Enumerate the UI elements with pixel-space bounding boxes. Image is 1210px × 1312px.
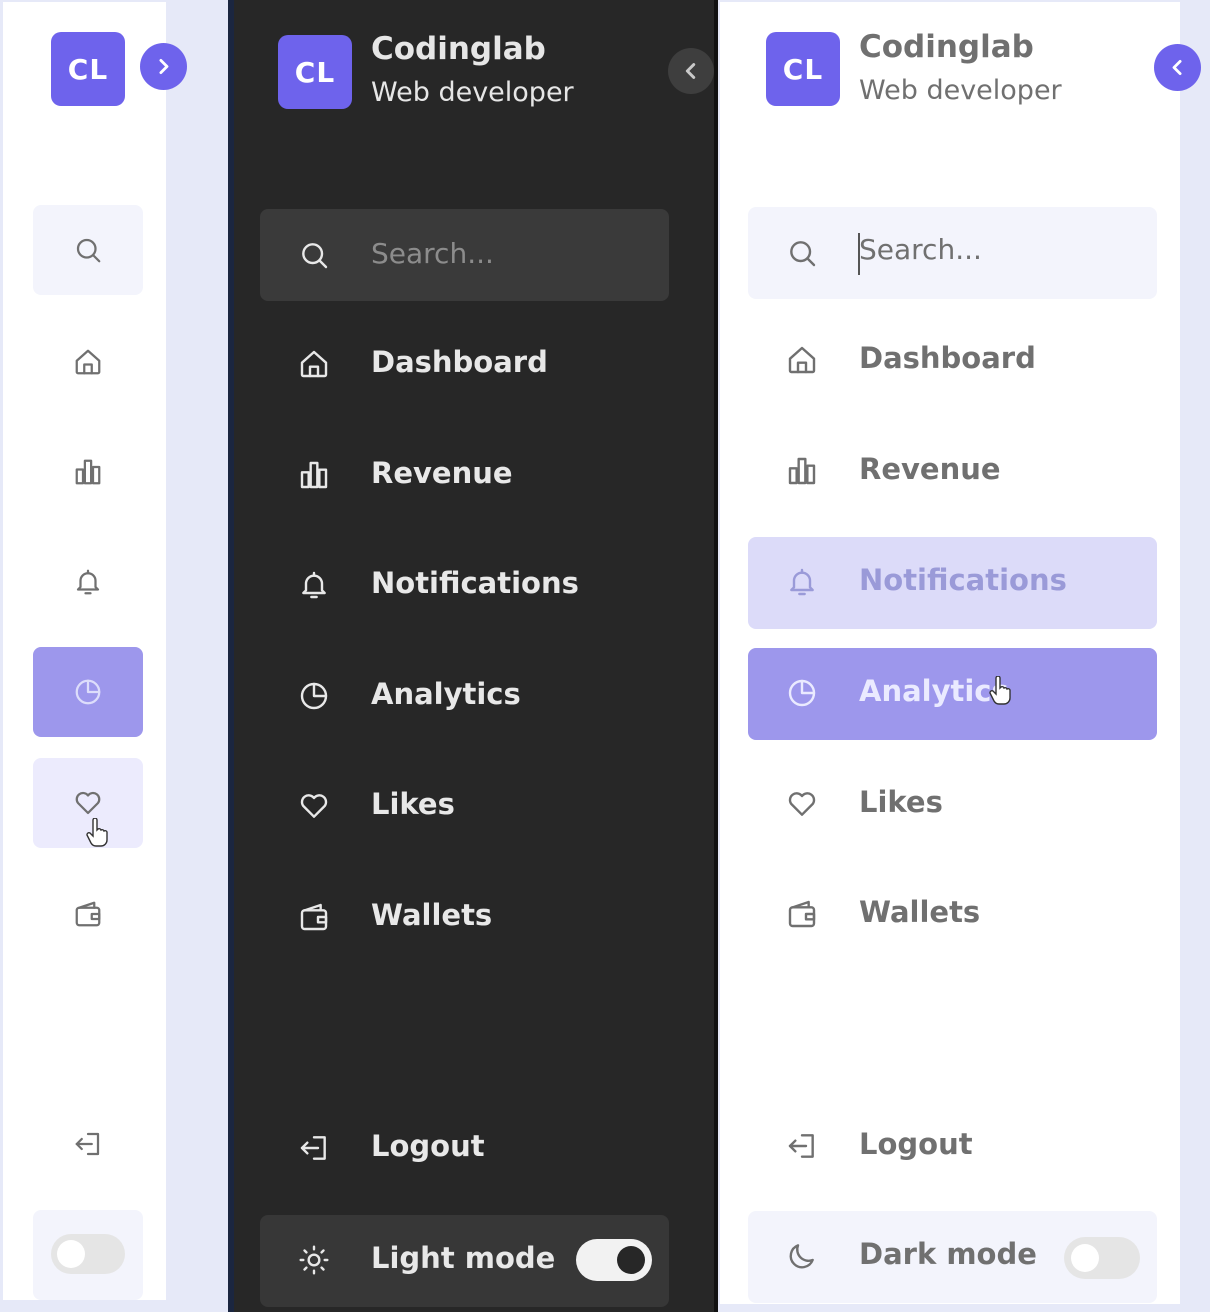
logout-icon <box>73 1129 103 1159</box>
nav-label: Revenue <box>371 456 513 490</box>
nav-item-wallets[interactable] <box>33 869 143 959</box>
chevron-left-icon <box>1167 57 1188 78</box>
dark-mode-row: Dark mode <box>748 1211 1157 1303</box>
collapse-sidebar-button[interactable] <box>668 48 714 94</box>
heart-icon <box>786 788 818 820</box>
bar-chart-icon <box>786 455 818 487</box>
nav-label: Wallets <box>371 898 493 932</box>
logo: CL <box>278 35 352 109</box>
dark-sidebar-panel: CL Codinglab Web developer Search... Das… <box>234 0 720 1312</box>
nav-label: Likes <box>859 785 943 819</box>
nav-label: Wallets <box>859 895 981 929</box>
nav-item-revenue[interactable]: Revenue <box>260 430 669 522</box>
nav-label: Dashboard <box>371 345 548 379</box>
nav-item-dashboard[interactable]: Dashboard <box>748 315 1157 407</box>
logout-icon <box>298 1132 330 1164</box>
home-icon <box>786 344 818 376</box>
bar-chart-icon <box>298 459 330 491</box>
hand-cursor-icon <box>85 817 109 848</box>
dark-mode-row <box>33 1210 143 1300</box>
bar-chart-icon <box>73 457 103 487</box>
nav-item-wallets[interactable]: Wallets <box>748 869 1157 961</box>
search-input[interactable]: Search... <box>371 237 494 270</box>
logout-button[interactable]: Logout <box>748 1101 1157 1193</box>
light-mode-toggle[interactable] <box>576 1239 652 1281</box>
search-icon <box>73 235 103 265</box>
nav-item-notifications[interactable] <box>33 537 143 627</box>
search-button[interactable] <box>33 205 143 295</box>
sun-icon <box>298 1244 330 1276</box>
light-sidebar-panel: CL Codinglab Web developer Search... Das… <box>718 0 1210 1312</box>
logo: CL <box>51 32 125 106</box>
nav-item-dashboard[interactable]: Dashboard <box>260 319 669 411</box>
nav-item-analytics[interactable]: Analytics <box>260 651 669 743</box>
sidebar-collapsed: CL <box>3 2 166 1300</box>
home-icon <box>298 348 330 380</box>
nav-item-likes[interactable] <box>33 758 143 848</box>
nav-label: Analytics <box>859 674 1009 708</box>
dark-mode-toggle[interactable] <box>51 1234 125 1274</box>
nav-item-likes[interactable]: Likes <box>748 759 1157 851</box>
logout-label: Logout <box>859 1127 973 1161</box>
nav-item-revenue[interactable] <box>33 427 143 517</box>
bell-icon <box>786 566 818 598</box>
expand-sidebar-button[interactable] <box>140 43 187 90</box>
text-caret <box>858 233 860 275</box>
search-box[interactable]: Search... <box>748 207 1157 299</box>
bell-icon <box>298 569 330 601</box>
logout-label: Logout <box>371 1129 485 1163</box>
search-icon <box>786 237 818 269</box>
brand-name: Codinglab <box>859 29 1034 65</box>
nav-item-revenue[interactable]: Revenue <box>748 426 1157 518</box>
chevron-left-icon <box>680 60 702 82</box>
brand-name: Codinglab <box>371 31 546 67</box>
nav-item-notifications[interactable]: Notifications <box>748 537 1157 629</box>
collapsed-sidebar-panel: CL <box>0 0 228 1312</box>
nav-item-analytics[interactable]: Analytics <box>748 648 1157 740</box>
wallet-icon <box>786 898 818 930</box>
sidebar-expanded: CL Codinglab Web developer Search... Das… <box>720 2 1180 1304</box>
heart-icon <box>298 790 330 822</box>
chevron-right-icon <box>153 56 174 77</box>
search-icon <box>298 239 330 271</box>
brand-role: Web developer <box>859 75 1062 106</box>
dark-mode-toggle[interactable] <box>1064 1237 1140 1279</box>
nav-item-likes[interactable]: Likes <box>260 761 669 853</box>
nav-label: Dashboard <box>859 341 1036 375</box>
wallet-icon <box>73 899 103 929</box>
brand-role: Web developer <box>371 77 574 108</box>
nav-item-analytics[interactable] <box>33 647 143 737</box>
nav-item-notifications[interactable]: Notifications <box>260 540 669 632</box>
nav-label: Analytics <box>371 677 521 711</box>
dark-mode-label: Dark mode <box>859 1237 1037 1271</box>
search-input[interactable]: Search... <box>859 233 982 266</box>
logout-icon <box>786 1130 818 1162</box>
nav-label: Revenue <box>859 452 1001 486</box>
moon-icon <box>786 1240 818 1272</box>
bell-icon <box>73 567 103 597</box>
logo: CL <box>766 32 840 106</box>
nav-item-wallets[interactable]: Wallets <box>260 872 669 964</box>
nav-label: Notifications <box>859 563 1067 597</box>
light-mode-row: Light mode <box>260 1215 669 1307</box>
nav-item-dashboard[interactable] <box>33 317 143 407</box>
hand-cursor-icon <box>988 675 1012 706</box>
logout-button[interactable] <box>33 1099 143 1189</box>
logout-button[interactable]: Logout <box>260 1103 669 1195</box>
heart-icon <box>73 788 103 818</box>
search-box[interactable]: Search... <box>260 209 669 301</box>
wallet-icon <box>298 901 330 933</box>
pie-chart-icon <box>73 677 103 707</box>
nav-label: Notifications <box>371 566 579 600</box>
light-mode-label: Light mode <box>371 1241 556 1275</box>
pie-chart-icon <box>298 680 330 712</box>
home-icon <box>73 347 103 377</box>
nav-label: Likes <box>371 787 455 821</box>
collapse-sidebar-button[interactable] <box>1154 44 1201 91</box>
pie-chart-icon <box>786 677 818 709</box>
